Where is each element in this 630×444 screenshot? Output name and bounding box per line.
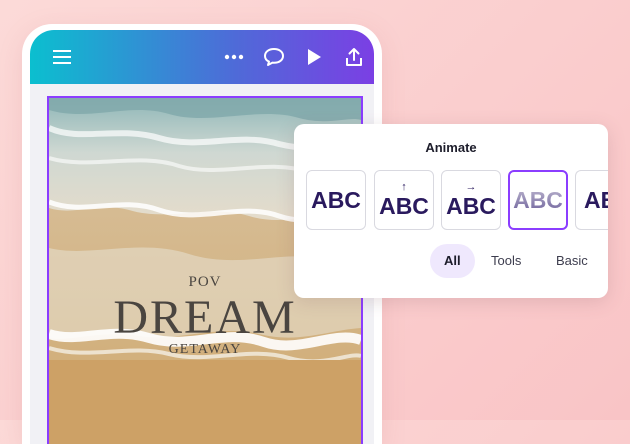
panel-title: Animate	[425, 140, 477, 155]
animation-tile-pan[interactable]: → ABC	[441, 170, 501, 230]
tab-basic[interactable]: Basic	[542, 244, 602, 278]
tab-tools[interactable]: Tools	[477, 244, 535, 278]
tile-label: AB	[584, 187, 608, 213]
menu-icon[interactable]	[48, 43, 76, 71]
arrow-up-icon: ↑	[401, 181, 407, 193]
design-subtitle-text[interactable]: GETAWAY	[49, 342, 361, 358]
design-title-text[interactable]: DREAM	[49, 290, 361, 345]
animation-tile-partial[interactable]: AB	[575, 170, 608, 230]
editor-toolbar	[30, 30, 374, 84]
animation-tile-rise[interactable]: ↑ ABC	[374, 170, 434, 230]
tile-label: ABC	[513, 186, 563, 213]
tile-label: ABC	[311, 186, 361, 213]
tab-all[interactable]: All	[430, 244, 475, 278]
play-icon[interactable]	[300, 43, 328, 71]
animate-panel: Animate ABC ↑ ABC → ABC ABC AB All Tools…	[294, 124, 608, 298]
arrow-right-icon: →	[465, 181, 477, 193]
share-icon[interactable]	[340, 43, 368, 71]
tile-label: ABC	[379, 192, 429, 219]
animation-tile-fade[interactable]: ABC	[508, 170, 568, 230]
tile-label: ABC	[446, 192, 496, 219]
more-icon[interactable]	[220, 43, 248, 71]
animation-tile-none[interactable]: ABC	[306, 170, 366, 230]
comment-icon[interactable]	[260, 43, 288, 71]
